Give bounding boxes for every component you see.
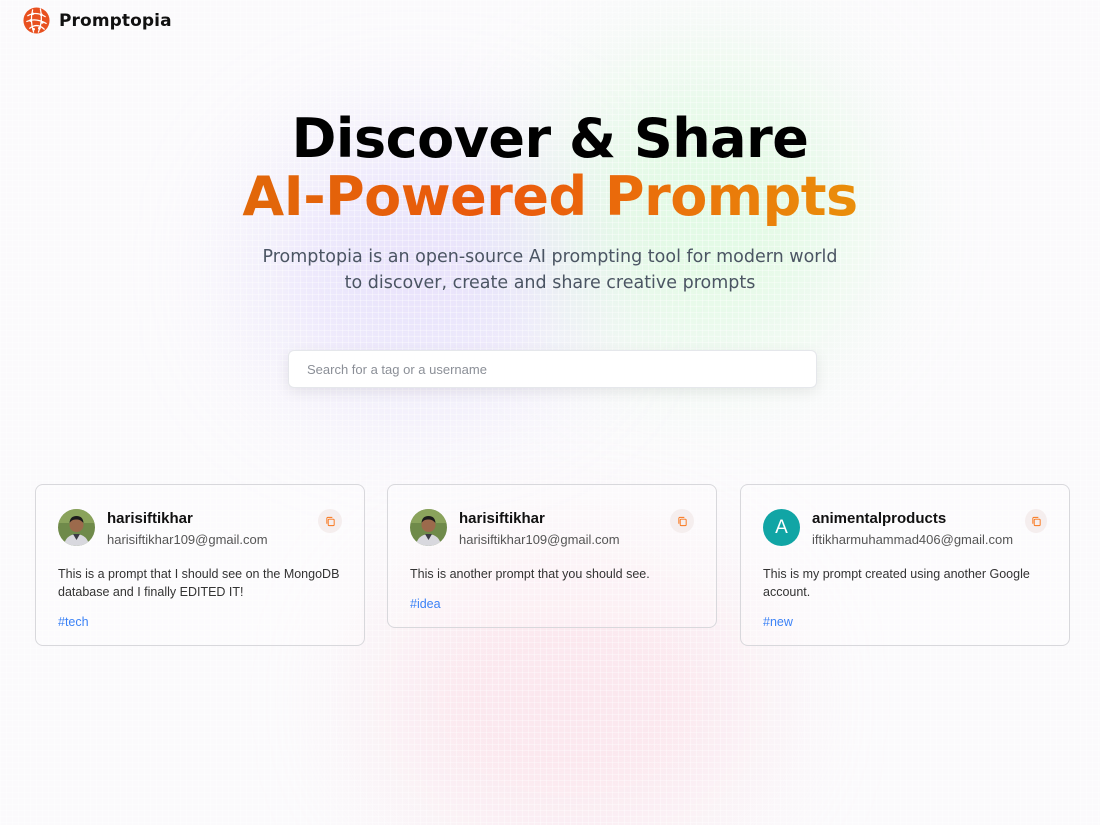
copy-icon [1031, 516, 1041, 526]
prompt-tag[interactable]: #new [763, 615, 1047, 629]
copy-button[interactable] [670, 509, 694, 533]
user-email: harisiftikhar109@gmail.com [107, 532, 268, 547]
user-avatar[interactable] [410, 509, 447, 546]
brand-name[interactable]: Promptopia [59, 11, 172, 31]
user-email: harisiftikhar109@gmail.com [459, 532, 620, 547]
prompt-card: harisiftikhar harisiftikhar109@gmail.com… [387, 484, 717, 628]
hero-section: Discover & Share AI-Powered Prompts Prom… [0, 110, 1100, 296]
username[interactable]: harisiftikhar [107, 509, 306, 529]
username[interactable]: animentalproducts [812, 509, 1013, 529]
globe-logo-icon[interactable] [22, 6, 51, 35]
prompt-text: This is a prompt that I should see on th… [58, 567, 340, 599]
prompt-text: This is another prompt that you should s… [410, 567, 650, 581]
prompt-card: harisiftikhar harisiftikhar109@gmail.com… [35, 484, 365, 646]
user-email: iftikharmuhammad406@gmail.com [812, 532, 1014, 547]
copy-icon [677, 516, 687, 526]
hero-heading-line-2: AI-Powered Prompts [0, 168, 1100, 226]
prompt-card: A animentalproducts iftikharmuhammad406@… [740, 484, 1070, 646]
search-input[interactable] [288, 350, 817, 388]
copy-icon [325, 516, 335, 526]
prompt-tag[interactable]: #tech [58, 615, 342, 629]
copy-button[interactable] [1025, 509, 1047, 533]
hero-description: Promptopia is an open-source AI promptin… [262, 247, 838, 293]
copy-button[interactable] [318, 509, 342, 533]
hero-heading-line-1: Discover & Share [291, 107, 809, 170]
user-avatar[interactable] [58, 509, 95, 546]
prompt-tag[interactable]: #idea [410, 597, 694, 611]
prompt-text: This is my prompt created using another … [763, 567, 1030, 599]
navbar: Promptopia [22, 6, 172, 35]
username[interactable]: harisiftikhar [459, 509, 658, 529]
user-avatar[interactable]: A [763, 509, 800, 546]
